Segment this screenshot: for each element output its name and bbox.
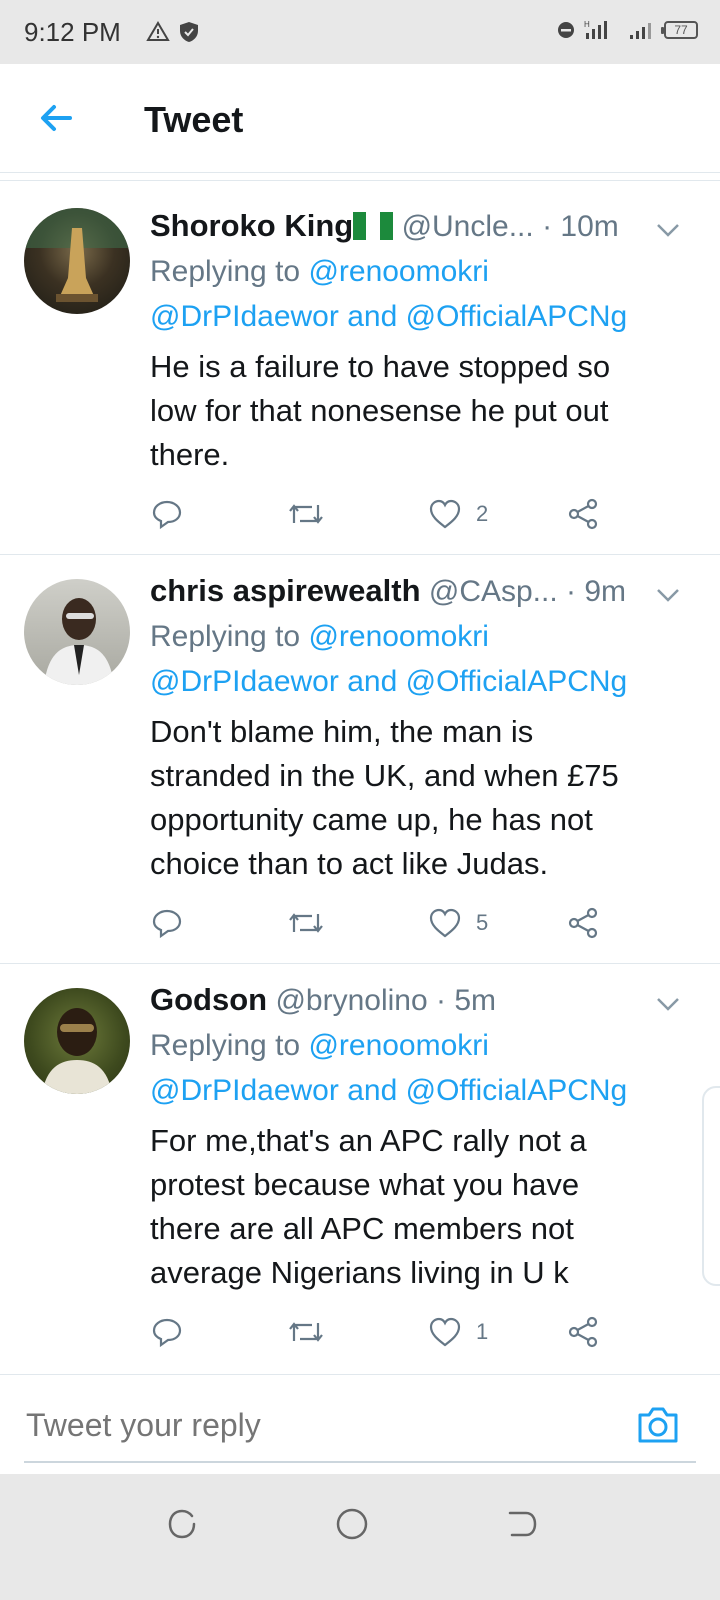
user-handle[interactable]: @Uncle... <box>402 210 534 243</box>
mention-link[interactable]: @DrPIdaewor <box>150 1074 339 1107</box>
retweet-button[interactable] <box>286 1310 326 1354</box>
share-icon <box>568 498 598 530</box>
display-name[interactable]: Godson <box>150 982 267 1017</box>
reply-composer <box>0 1374 720 1475</box>
retweet-button[interactable] <box>286 492 326 536</box>
reply-icon <box>152 909 182 939</box>
heart-icon <box>429 499 461 529</box>
tweet-text-line: choice than to act like Judas. <box>150 846 549 881</box>
heart-icon <box>429 908 461 938</box>
tweet-text-line: He is a failure to have stopped so <box>150 349 611 384</box>
tweet-text-line: there. <box>150 437 230 472</box>
tweet-actions: 5 <box>150 901 630 945</box>
mention-link[interactable]: @OfficialAPCNg <box>406 300 628 333</box>
system-nav-bar <box>0 1474 720 1600</box>
retweet-button[interactable] <box>286 901 326 945</box>
retweet-icon <box>289 913 323 933</box>
tweet-text-line: opportunity came up, he has not <box>150 802 593 837</box>
mention-link[interactable]: @renoomokri <box>308 255 489 288</box>
display-name[interactable]: Shoroko King <box>150 208 353 243</box>
chevron-down-icon[interactable] <box>652 214 684 246</box>
reply-input[interactable] <box>24 1399 628 1451</box>
tweet-item[interactable]: Shoroko King @Uncle... · 10m Replying to… <box>0 184 720 554</box>
mention-link[interactable]: @DrPIdaewor <box>150 665 339 698</box>
like-button[interactable]: 2 <box>428 492 488 536</box>
reply-icon <box>152 500 182 530</box>
signal-icon-2 <box>630 23 651 39</box>
reply-underline <box>24 1461 696 1463</box>
tweet-actions: 1 <box>150 1310 630 1354</box>
display-name[interactable]: chris aspirewealth <box>150 573 421 608</box>
tweet-time: 10m <box>560 210 619 243</box>
mention-link[interactable]: @OfficialAPCNg <box>406 1074 628 1107</box>
mention-link[interactable]: @OfficialAPCNg <box>406 665 628 698</box>
share-button[interactable] <box>566 1310 600 1354</box>
app-header: Tweet <box>0 64 720 173</box>
share-button[interactable] <box>566 492 600 536</box>
avatar-image <box>44 598 114 685</box>
divider <box>0 180 720 181</box>
page-title: Tweet <box>144 99 244 140</box>
like-button[interactable]: 5 <box>428 901 488 945</box>
svg-text:H: H <box>584 20 590 29</box>
share-button[interactable] <box>566 901 600 945</box>
battery-indicator: 77 <box>661 21 698 39</box>
like-button[interactable]: 1 <box>428 1310 488 1354</box>
like-count: 5 <box>476 910 489 935</box>
tweet-text-line: stranded in the UK, and when £75 <box>150 758 619 793</box>
arrow-left-icon[interactable] <box>32 94 80 142</box>
chevron-down-icon[interactable] <box>652 579 684 611</box>
tweet-time: 5m <box>454 984 497 1017</box>
warning-icon <box>146 21 170 41</box>
avatar[interactable] <box>24 208 130 314</box>
replying-to: Replying to @renoomokri <box>150 620 489 653</box>
reply-button[interactable] <box>150 492 184 536</box>
heart-icon <box>429 1317 461 1347</box>
retweet-icon <box>289 1322 323 1342</box>
user-handle[interactable]: @CAsp... <box>429 575 558 608</box>
reply-button[interactable] <box>150 901 184 945</box>
tweet-text-line: low for that nonesense he put out <box>150 393 609 428</box>
status-bar: 9:12 PM H 77 <box>0 0 720 64</box>
camera-icon[interactable] <box>636 1405 680 1445</box>
tweet-text-line: average Nigerians living in U k <box>150 1255 569 1290</box>
mention-link[interactable]: @renoomokri <box>308 1029 489 1062</box>
home-icon[interactable] <box>332 1504 372 1544</box>
tweet-text-line: protest because what you have <box>150 1167 580 1202</box>
like-count: 1 <box>476 1319 489 1344</box>
avatar-image <box>24 208 130 302</box>
user-handle[interactable]: @brynolino <box>275 984 427 1017</box>
nigeria-flag-icon <box>353 212 394 240</box>
share-icon <box>568 1316 598 1348</box>
reply-button[interactable] <box>150 1310 184 1354</box>
edge-panel-handle[interactable] <box>702 1086 720 1286</box>
avatar[interactable] <box>24 988 130 1094</box>
tweet-item[interactable]: Godson @brynolino · 5m Replying to @reno… <box>0 964 720 1372</box>
avatar[interactable] <box>24 579 130 685</box>
signal-icon: H <box>584 20 607 39</box>
tweet-text-line: For me,that's an APC rally not a <box>150 1123 587 1158</box>
like-count: 2 <box>476 501 489 526</box>
tweet-text-line: there are all APC members not <box>150 1211 574 1246</box>
reply-icon <box>152 1318 182 1348</box>
status-time: 9:12 PM <box>24 17 121 47</box>
replying-to: Replying to @renoomokri <box>150 255 489 288</box>
mention-link[interactable]: @renoomokri <box>308 620 489 653</box>
back-nav-icon[interactable] <box>502 1504 542 1544</box>
chevron-down-icon[interactable] <box>652 988 684 1020</box>
dnd-icon <box>558 22 574 38</box>
mention-link[interactable]: @DrPIdaewor <box>150 300 339 333</box>
avatar-image <box>42 1008 112 1094</box>
retweet-icon <box>289 504 323 524</box>
replying-to: Replying to @renoomokri <box>150 1029 489 1062</box>
shield-icon <box>180 22 198 42</box>
tweet-actions: 2 <box>150 492 630 536</box>
tweet-text-line: Don't blame him, the man is <box>150 714 534 749</box>
tweet-time: 9m <box>584 575 627 608</box>
recents-icon[interactable] <box>162 1504 202 1544</box>
share-icon <box>568 907 598 939</box>
tweet-item[interactable]: chris aspirewealth @CAsp... · 9m Replyin… <box>0 555 720 963</box>
